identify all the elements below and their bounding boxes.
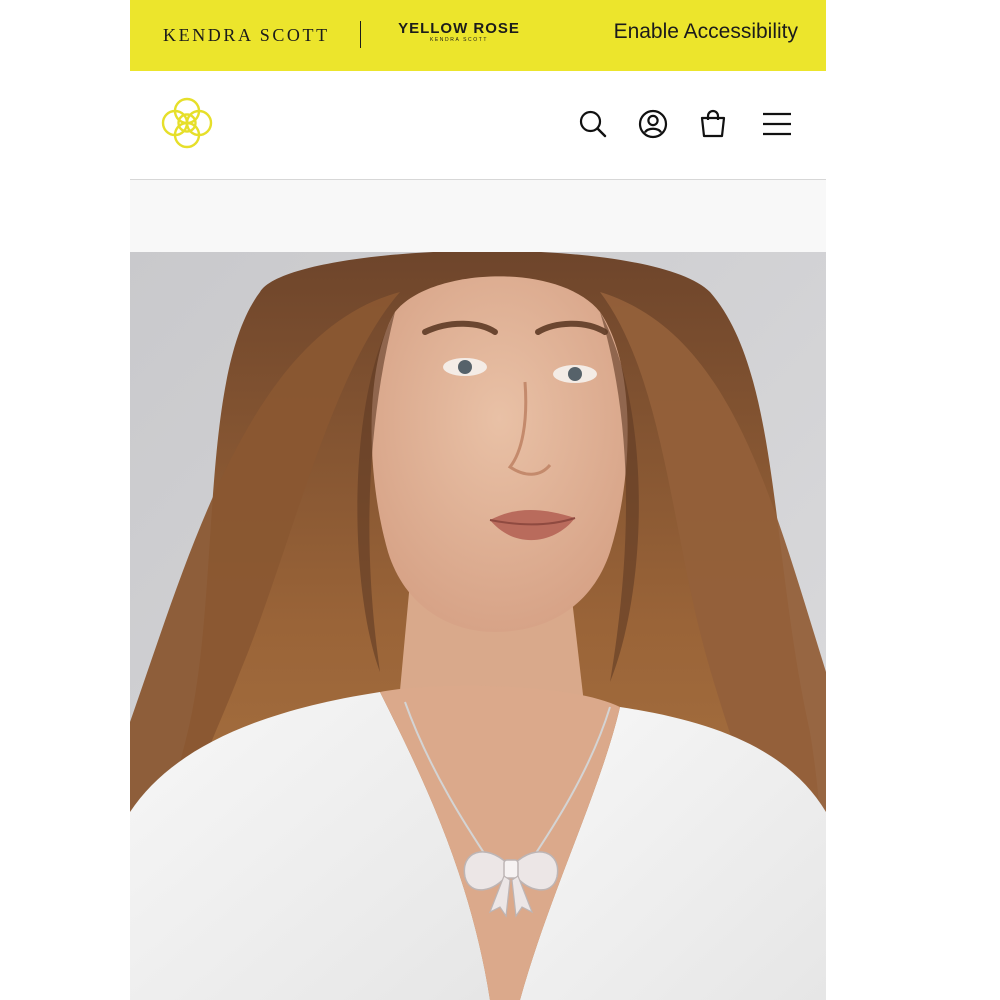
kendra-scott-brand-link[interactable]: KENDRA SCOTT [163,25,330,46]
shopping-bag-icon[interactable] [698,109,728,139]
site-header [130,71,826,180]
kendra-scott-logo-icon[interactable] [157,93,217,153]
yellow-rose-brand-link[interactable]: YELLOW ROSE KENDRA SCOTT [394,21,524,44]
yellow-rose-subtitle: KENDRA SCOTT [429,37,489,43]
account-icon[interactable] [638,109,668,139]
hamburger-menu-icon[interactable] [762,109,792,139]
page-viewport: KENDRA SCOTT YELLOW ROSE KENDRA SCOTT En… [130,0,826,1000]
promo-strip [130,180,826,252]
search-icon[interactable] [578,109,608,139]
enable-accessibility-link[interactable]: Enable Accessibility [614,20,798,44]
hero-image[interactable] [130,252,826,1000]
yellow-rose-wordmark: YELLOW ROSE [398,20,520,37]
brand-bar: KENDRA SCOTT YELLOW ROSE KENDRA SCOTT En… [130,0,826,71]
brand-divider [360,21,361,48]
